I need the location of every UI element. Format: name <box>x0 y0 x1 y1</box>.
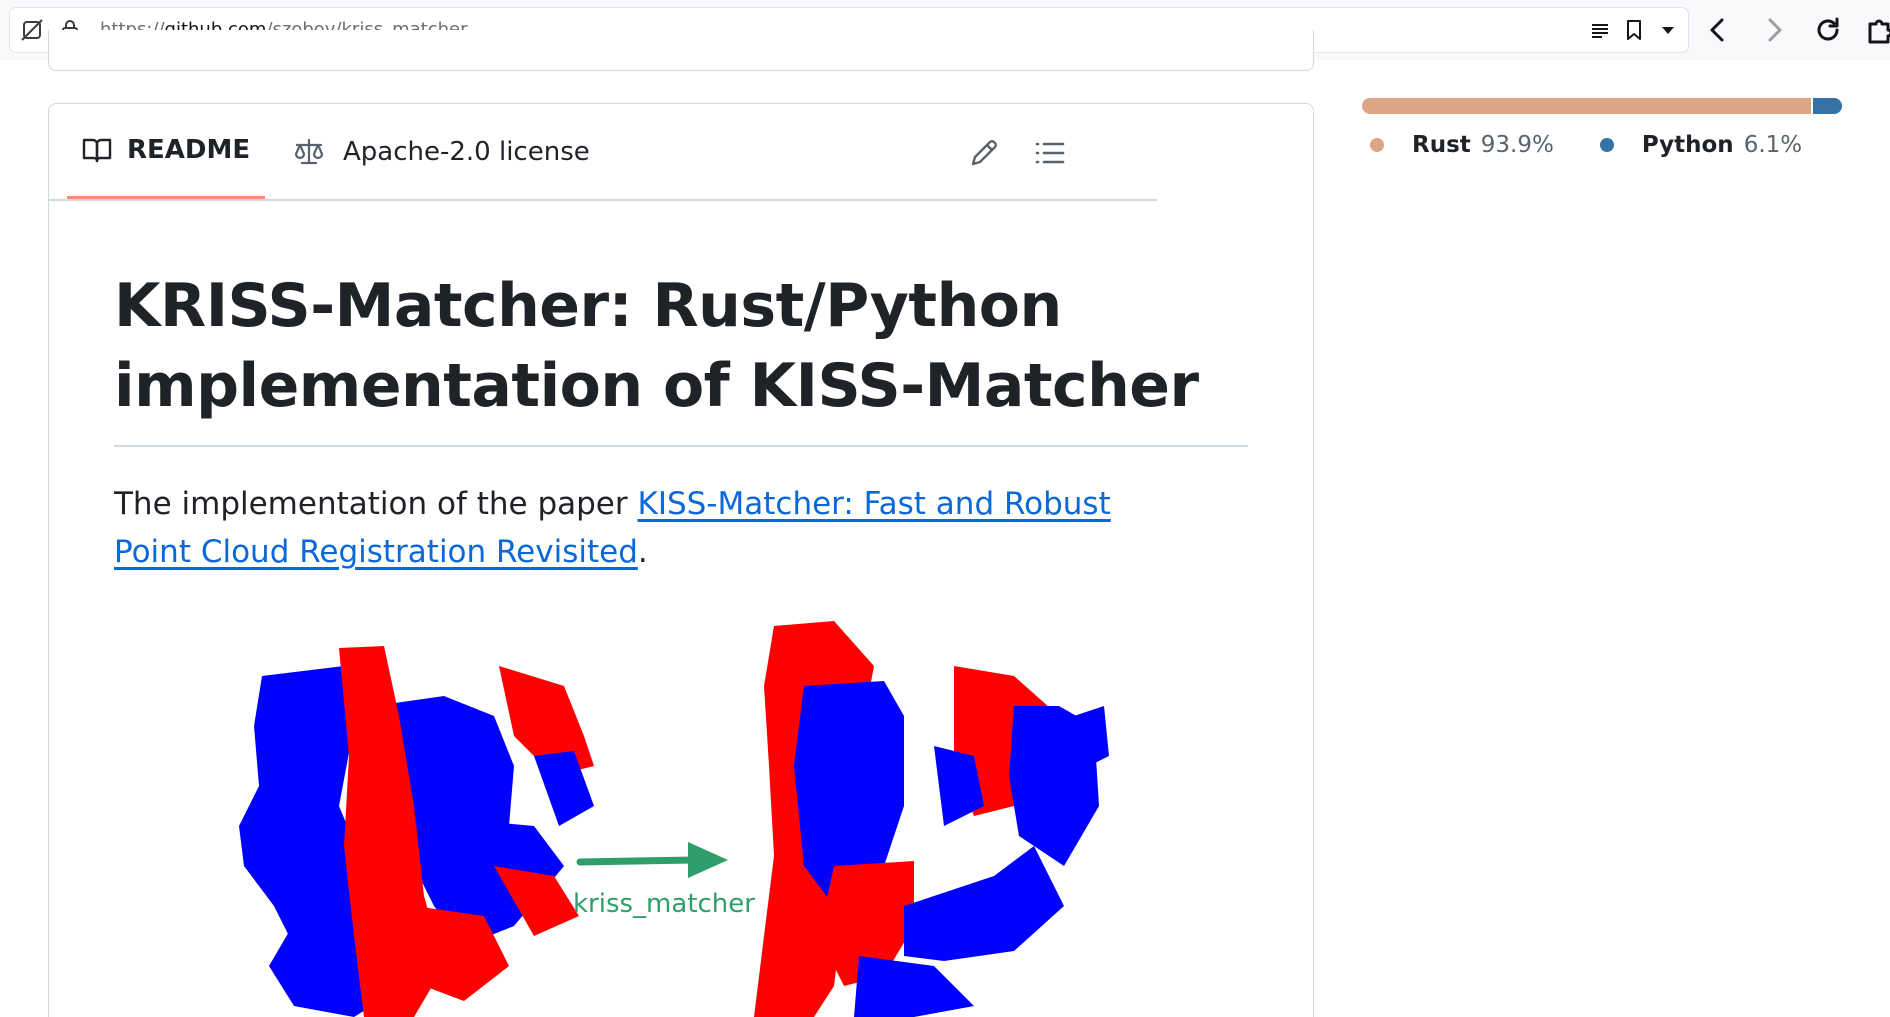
kriss-matcher-arrow <box>576 842 728 878</box>
intro-prefix: The implementation of the paper <box>114 486 638 522</box>
language-percent: 6.1% <box>1743 132 1803 158</box>
reload-icon[interactable] <box>1810 12 1846 48</box>
language-bar-segment-python <box>1812 98 1842 114</box>
edit-pencil-icon[interactable] <box>967 136 1001 170</box>
after-point-cloud <box>754 621 1109 1017</box>
previous-section-card <box>48 30 1314 71</box>
intro-suffix: . <box>637 534 648 570</box>
book-icon <box>82 138 112 163</box>
law-scale-icon <box>294 138 324 165</box>
language-name: Rust <box>1412 132 1471 158</box>
readme-header: README Apache-2.0 license <box>49 104 1313 201</box>
intro-paragraph: The implementation of the paper KISS-Mat… <box>114 480 1184 576</box>
language-dot <box>1599 138 1614 152</box>
language-dot <box>1370 138 1384 152</box>
bookmark-icon[interactable] <box>1622 18 1646 42</box>
tab-license[interactable]: Apache-2.0 license <box>293 104 590 200</box>
dropdown-arrow-icon[interactable] <box>1656 18 1680 42</box>
languages-list: Rust 93.9% Python 6.1% <box>1370 132 1848 158</box>
before-point-cloud <box>239 646 594 1017</box>
extensions-icon[interactable] <box>1862 12 1890 48</box>
arrow-label: kriss_matcher <box>573 889 755 919</box>
tracking-protection-icon[interactable] <box>20 18 44 42</box>
tab-license-label: Apache-2.0 license <box>343 137 590 167</box>
title-rule <box>114 445 1248 447</box>
forward-icon[interactable] <box>1756 12 1792 48</box>
language-bar-segment-rust <box>1362 98 1811 114</box>
registration-figure: kriss_matcher <box>239 621 1109 1017</box>
tab-readme-label: README <box>127 135 251 165</box>
language-name: Python <box>1641 132 1734 158</box>
language-item-python[interactable]: Python 6.1% <box>1599 132 1803 158</box>
outline-list-icon[interactable] <box>1033 136 1067 170</box>
header-divider <box>49 199 1157 201</box>
languages-bar <box>1362 98 1842 114</box>
reader-view-icon[interactable] <box>1588 18 1612 42</box>
language-percent: 93.9% <box>1480 132 1554 158</box>
tab-readme[interactable]: README <box>67 104 265 200</box>
back-icon[interactable] <box>1700 12 1736 48</box>
readme-title: KRISS-Matcher: Rust/Python implementatio… <box>114 271 1199 421</box>
language-item-rust[interactable]: Rust 93.9% <box>1370 132 1554 158</box>
